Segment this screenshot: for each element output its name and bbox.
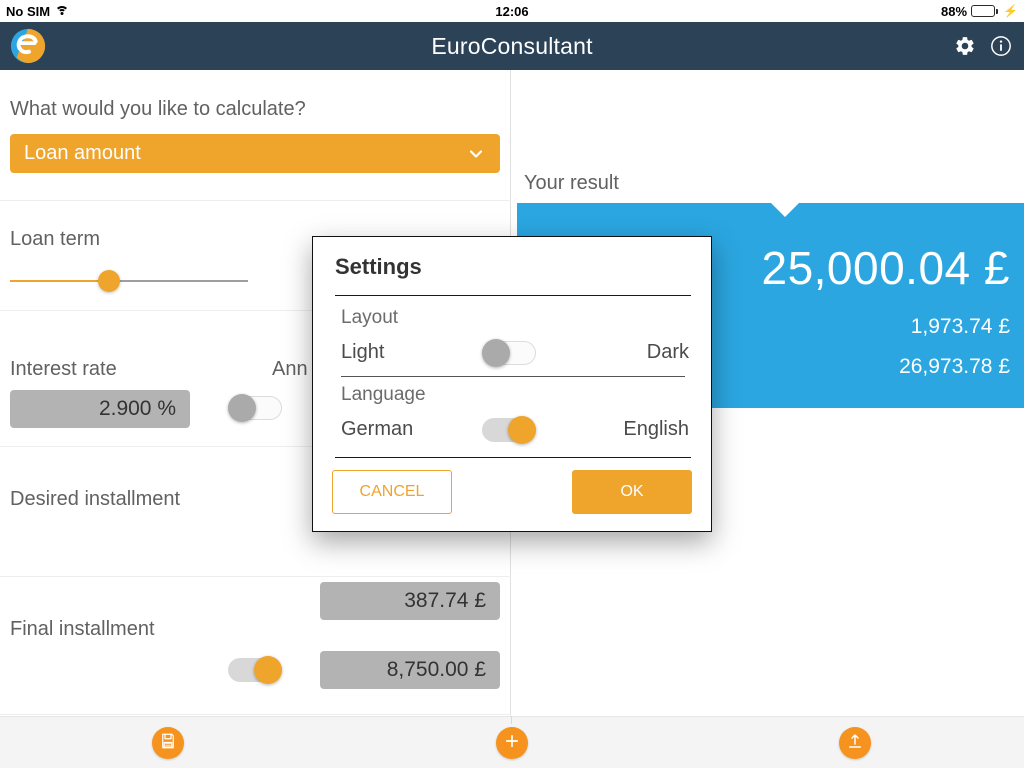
language-option-english-label: English [623,418,689,440]
language-toggle[interactable] [482,416,536,444]
dialog-title-divider [335,295,691,296]
cancel-button[interactable]: CANCEL [332,470,452,514]
language-option-german-label: German [341,418,414,440]
layout-option-dark-label: Dark [646,341,689,363]
language-group-label: Language [341,384,426,405]
dialog-title: Settings [335,254,422,279]
ok-button[interactable]: OK [572,470,692,514]
layout-option-light-label: Light [341,341,385,363]
layout-group-label: Layout [341,307,399,328]
layout-theme-toggle[interactable] [482,339,536,367]
app-root: No SIM 12:06 88% ⚡ EuroConsultant What w… [0,0,1024,768]
layout-group-divider [341,376,685,377]
dialog-actions-divider [335,457,691,458]
